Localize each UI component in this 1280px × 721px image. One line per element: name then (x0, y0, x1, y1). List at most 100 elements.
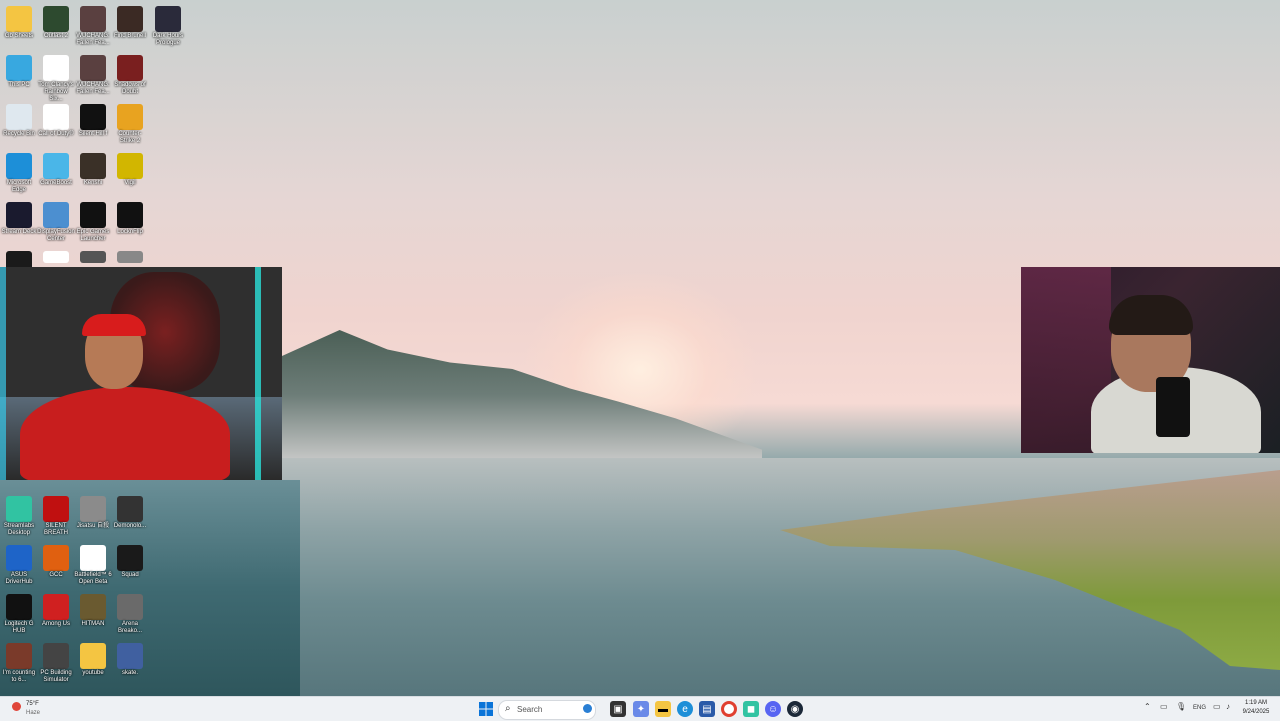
desktop-icon[interactable]: Dark Hours Prologue (149, 4, 187, 47)
desktop-icon[interactable]: Vigil (111, 151, 149, 187)
desktop-icon[interactable]: WUCHANG: Fallen Fea... (74, 4, 112, 47)
desktop-icon[interactable]: WUCHANG: Fallen Fea... (74, 53, 112, 96)
clock-date: 9/24/2025 (1242, 709, 1270, 715)
desktop-icon-label: WUCHANG: Fallen Fea... (76, 33, 110, 46)
recycle-bin-icon (6, 104, 32, 130)
tray-language[interactable]: ENG (1193, 705, 1206, 711)
desktop-icon[interactable]: ASUS DriverHub (0, 543, 38, 586)
desktop-icon-label: Epic Games Launcher (76, 229, 110, 242)
desktop-icon[interactable]: DisplayFusion Center (37, 200, 75, 243)
desktop-icon[interactable]: PC Building Simulator (37, 641, 75, 684)
desktop-icon[interactable]: Outlast 2 (37, 4, 75, 40)
desktop-icon[interactable]: LocknFlip (111, 200, 149, 236)
desktop-icon-label: Microsoft Edge (6, 180, 32, 193)
desktop-icon-label: Stream Deck (1, 229, 37, 235)
task-view-icon: ▣ (613, 703, 623, 715)
desktop-icon[interactable]: Silent Hill f (74, 102, 112, 138)
desktop-icon[interactable]: GameBoost (37, 151, 75, 187)
desktop-icon[interactable]: Find Brunell (111, 4, 149, 40)
search-icon: ⌕ (505, 703, 511, 714)
taskbar-clock[interactable]: 1:19 AM 9/24/2025 (1236, 699, 1276, 717)
desktop-icon[interactable]: Microsoft Edge (0, 151, 38, 194)
desktop-wallpaper[interactable]: Gb Sheets Outlast 2 WUCHANG: Fallen Fea...… (0, 0, 1280, 696)
desktop-icon[interactable]: Jisatsu 自殺 (74, 494, 112, 530)
desktop-icon[interactable]: Streamlabs Desktop (0, 494, 38, 537)
desktop-icon[interactable]: Shadows of Doubt (111, 53, 149, 96)
desktop-icon[interactable]: Recycle Bin (0, 102, 38, 138)
search-placeholder: Search (517, 705, 543, 714)
desktop-icon-label: LocknFlip (117, 229, 143, 235)
left-webcam-overlay (0, 267, 282, 480)
file-icon (43, 104, 69, 130)
tray-mic-icon[interactable]: 🎙 (1176, 702, 1186, 711)
clock-time: 1:19 AM (1244, 700, 1267, 706)
game-icon (117, 153, 143, 179)
desktop-icon-label: Tom Clancy's Rainbow Six... (38, 82, 74, 102)
start-button[interactable] (478, 701, 494, 717)
tray-volume-icon[interactable]: ♪ (1226, 702, 1230, 711)
app-icon (117, 251, 143, 263)
tray-monitor-icon[interactable]: ▭ (1213, 702, 1221, 711)
desktop-icon[interactable]: Arena Breako... (111, 592, 149, 635)
desktop-icon[interactable]: Stream Deck (0, 200, 38, 236)
desktop-icon-label: GCC (49, 572, 63, 578)
desktop-icon[interactable]: Battlefield™ 6 Open Beta (74, 543, 112, 586)
desktop-icon[interactable]: youtube (74, 641, 112, 677)
desktop-icon-label: Vigil (124, 180, 136, 186)
store-icon: ▤ (702, 703, 712, 715)
desktop-icon[interactable]: Call of Duty® (37, 102, 75, 138)
desktop-icon[interactable]: Squad (111, 543, 149, 579)
desktop-icon-label: GameBoost (40, 180, 72, 186)
desktop-icon-label: This PC (8, 82, 30, 88)
desktop-icon-label: Among Us (41, 621, 70, 627)
weather-temp: 75°F (26, 701, 39, 707)
streamlabs-button[interactable]: ◼ (743, 701, 759, 717)
taskbar-search[interactable]: ⌕ Search (498, 700, 596, 720)
desktop-icon[interactable]: Logitech G HUB (0, 592, 38, 635)
tray-network-icon[interactable]: ▭ (1160, 702, 1168, 711)
copilot-button[interactable]: ✦ (633, 701, 649, 717)
game-icon (117, 104, 143, 130)
desktop-icon[interactable] (74, 249, 112, 264)
edge-icon (6, 153, 32, 179)
desktop-icon[interactable]: Among Us (37, 592, 75, 628)
chrome-button[interactable] (721, 701, 737, 717)
desktop-icon-label: skate. (121, 670, 138, 676)
desktop-icon[interactable]: SILENT BREATH (37, 494, 75, 537)
desktop-icon[interactable]: HITMAN (74, 592, 112, 628)
desktop-icon[interactable]: skate. (111, 641, 149, 677)
game-icon (43, 6, 69, 32)
search-highlight-icon (583, 704, 592, 713)
epic-games-icon (80, 202, 106, 228)
desktop-icon[interactable]: Kenshi (74, 151, 112, 187)
desktop-icon[interactable]: Epic Games Launcher (74, 200, 112, 243)
desktop-icon[interactable] (111, 249, 149, 264)
desktop-icon-label: ASUS DriverHub (5, 572, 33, 585)
desktop-icon[interactable]: I'm counting to 6... (0, 641, 38, 684)
discord-button[interactable]: ☺ (765, 701, 781, 717)
desktop-icon[interactable]: Gb Sheets (0, 4, 38, 40)
desktop-icon[interactable]: Demonolo... (111, 494, 149, 530)
desktop-icon-label: Logitech G HUB (4, 621, 34, 634)
desktop-icon[interactable]: This PC (0, 53, 38, 89)
file-explorer-button[interactable]: ▬ (655, 701, 671, 717)
desktop-icon-label: Jisatsu 自殺 (76, 523, 110, 529)
desktop-icon-label: Outlast 2 (43, 33, 68, 39)
desktop-icon[interactable]: GCC (37, 543, 75, 579)
game-icon (80, 55, 106, 81)
tray-overflow-icon[interactable]: ⌃ (1144, 702, 1151, 711)
task-view-button[interactable]: ▣ (610, 701, 626, 717)
stream-deck-icon (6, 202, 32, 228)
monitor-icon (6, 55, 32, 81)
steam-button[interactable]: ◉ (787, 701, 803, 717)
edge-button[interactable]: e (677, 701, 693, 717)
desktop-icon-label: Streamlabs Desktop (3, 523, 35, 536)
store-button[interactable]: ▤ (699, 701, 715, 717)
folder-icon: ▬ (658, 703, 668, 715)
game-icon (117, 643, 143, 669)
desktop-icon[interactable]: Tom Clancy's Rainbow Six... (37, 53, 75, 103)
desktop-icon[interactable] (37, 249, 75, 264)
desktop-icon-label: Kenshi (83, 180, 103, 186)
desktop-icon[interactable]: Counter-Strike 2 (111, 102, 149, 145)
discord-icon: ☺ (767, 703, 779, 715)
